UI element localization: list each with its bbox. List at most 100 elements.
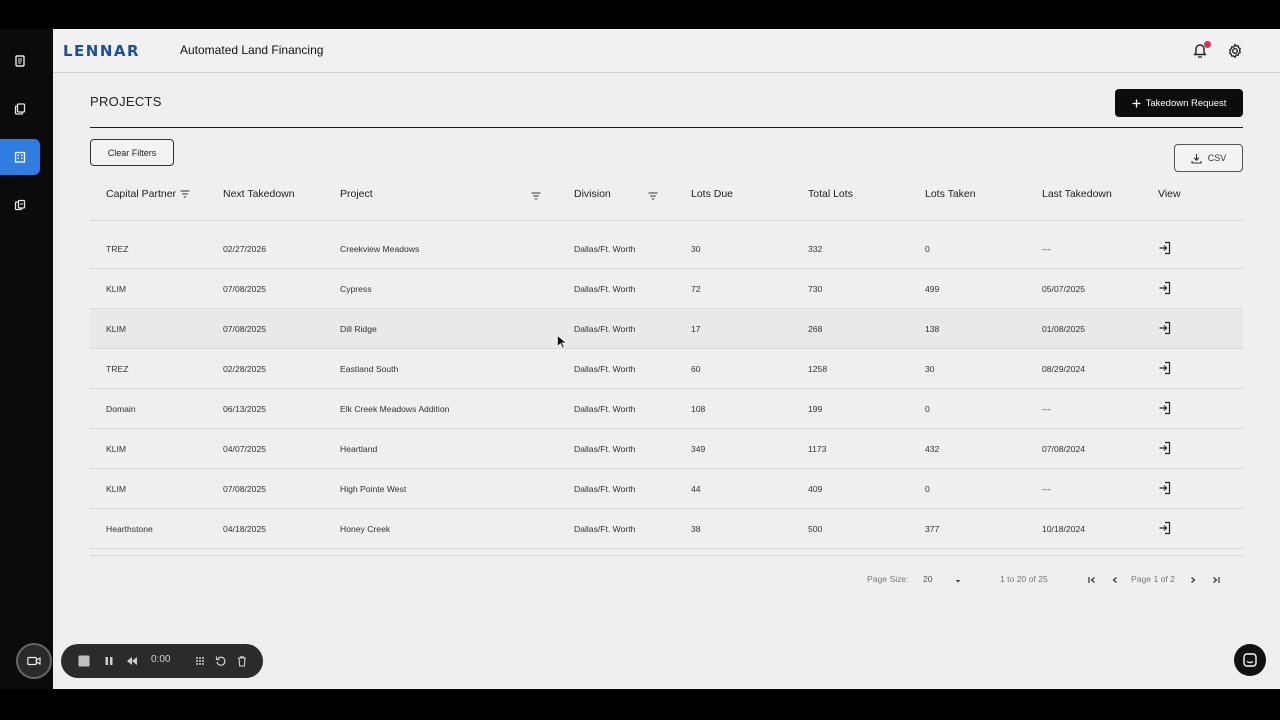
cell-lots-due: 72 [691, 284, 701, 294]
header-label: Project [340, 188, 373, 200]
trash-icon[interactable] [236, 655, 248, 667]
cell-total-lots: 199 [808, 404, 823, 414]
filter-icon[interactable] [531, 192, 541, 200]
cell-lots-due: 108 [691, 404, 706, 414]
chat-icon [1243, 653, 1257, 667]
cell-capital-partner: KLIM [106, 324, 127, 334]
header-label: View [1158, 188, 1181, 200]
column-header-capital-partner[interactable]: Capital Partner [106, 188, 190, 200]
first-page-icon[interactable] [1087, 575, 1097, 585]
recorder-toolbar: 0:00 [61, 644, 263, 678]
cell-last-takedown: --- [1042, 484, 1051, 494]
cell-lots-due: 17 [691, 324, 701, 334]
cell-project: High Pointe West [340, 484, 407, 494]
last-page-icon[interactable] [1211, 575, 1221, 585]
cell-next-takedown: 04/07/2025 [223, 444, 267, 454]
cell-last-takedown: 07/08/2024 [1042, 444, 1086, 454]
cell-project: Elk Creek Meadows Addition [340, 404, 450, 414]
pause-icon[interactable] [104, 656, 114, 666]
cell-division: Dallas/Ft. Worth [574, 364, 636, 374]
column-header-division[interactable]: Division [574, 188, 611, 200]
login-icon[interactable] [1158, 361, 1172, 375]
sidebar-item-transfers[interactable] [0, 187, 40, 223]
restart-icon[interactable] [215, 655, 227, 667]
cell-division: Dallas/Ft. Worth [574, 324, 636, 334]
column-header-project[interactable]: Project [340, 188, 373, 200]
cell-division: Dallas/Ft. Worth [574, 484, 636, 494]
login-icon[interactable] [1158, 481, 1172, 495]
cell-total-lots: 1173 [808, 444, 827, 454]
sidebar-item-projects[interactable] [0, 139, 40, 175]
cell-last-takedown: --- [1042, 244, 1051, 254]
app-frame: LENNAR Automated Land Financing PROJECTS… [0, 0, 1280, 720]
clear-filters-button[interactable]: Clear Filters [90, 139, 174, 166]
previous-page-icon[interactable] [1110, 575, 1120, 585]
cell-division: Dallas/Ft. Worth [574, 284, 636, 294]
cell-capital-partner: Domain [106, 404, 136, 414]
page-size-label: Page Size: [867, 574, 909, 584]
video-camera-icon [27, 656, 41, 666]
table-row[interactable]: KLIM 04/07/2025 Heartland Dallas/Ft. Wor… [90, 429, 1243, 469]
cell-next-takedown: 02/27/2026 [223, 244, 267, 254]
header-label: Next Takedown [223, 188, 295, 200]
table-row[interactable]: Domain 06/13/2025 Elk Creek Meadows Addi… [90, 389, 1243, 429]
cell-lots-taken: 0 [925, 404, 930, 414]
column-header-lots-due[interactable]: Lots Due [691, 188, 733, 200]
login-icon[interactable] [1158, 441, 1172, 455]
mouse-cursor-icon [557, 335, 567, 349]
login-icon[interactable] [1158, 521, 1172, 535]
brand-logo[interactable]: LENNAR [63, 42, 140, 60]
cell-project: Creekview Meadows [340, 244, 420, 254]
table-row[interactable]: KLIM 07/08/2025 Dill Ridge Dallas/Ft. Wo… [90, 309, 1243, 349]
table-row[interactable]: TREZ 02/27/2026 Creekview Meadows Dallas… [90, 229, 1243, 269]
column-header-next-takedown[interactable]: Next Takedown [223, 188, 295, 200]
login-icon[interactable] [1158, 401, 1172, 415]
chat-button[interactable] [1234, 644, 1266, 676]
doc-icon [15, 55, 25, 67]
cell-division: Dallas/Ft. Worth [574, 524, 636, 534]
sidebar-item-copies[interactable] [0, 91, 40, 127]
column-header-total-lots[interactable]: Total Lots [808, 188, 853, 200]
filter-icon[interactable] [648, 192, 658, 200]
cell-next-takedown: 02/28/2025 [223, 364, 267, 374]
chevron-down-icon[interactable] [953, 576, 963, 586]
table-row[interactable]: Hearthstone 04/18/2025 Honey Creek Dalla… [90, 509, 1243, 549]
header-label: Capital Partner [106, 188, 177, 200]
header-label: Lots Due [691, 188, 734, 200]
takedown-request-button[interactable]: Takedown Request [1115, 89, 1243, 117]
header-label: Lots Taken [925, 188, 976, 200]
takedown-request-label: Takedown Request [1145, 97, 1227, 109]
login-icon[interactable] [1158, 241, 1172, 255]
recorder-camera-button[interactable] [16, 643, 52, 679]
cell-lots-taken: 0 [925, 244, 930, 254]
csv-label: CSV [1207, 153, 1227, 163]
csv-export-button[interactable]: CSV [1174, 144, 1243, 172]
cell-total-lots: 332 [808, 244, 823, 254]
stop-icon[interactable] [78, 655, 90, 667]
cell-lots-taken: 30 [925, 364, 935, 374]
column-header-lots-taken[interactable]: Lots Taken [925, 188, 976, 200]
page-indicator: Page 1 of 2 [1131, 574, 1175, 584]
table-row[interactable]: TREZ 02/28/2025 Eastland South Dallas/Ft… [90, 349, 1243, 389]
login-icon[interactable] [1158, 281, 1172, 295]
column-header-last-takedown[interactable]: Last Takedown [1042, 188, 1112, 200]
recording-time: 0:00 [151, 654, 171, 665]
table-row[interactable]: KLIM 07/08/2025 High Pointe West Dallas/… [90, 469, 1243, 509]
cell-division: Dallas/Ft. Worth [574, 404, 636, 414]
table-row[interactable]: KLIM 07/08/2025 Cypress Dallas/Ft. Worth… [90, 269, 1243, 309]
next-page-icon[interactable] [1188, 575, 1198, 585]
cell-lots-taken: 432 [925, 444, 940, 454]
table-bottom-divider [90, 555, 1243, 556]
pagination-range: 1 to 20 of 25 [1000, 574, 1048, 584]
column-header-view: View [1158, 188, 1181, 200]
cell-project: Eastland South [340, 364, 399, 374]
login-icon[interactable] [1158, 321, 1172, 335]
gear-icon[interactable] [1226, 42, 1244, 60]
rewind-icon[interactable] [126, 656, 138, 666]
cell-lots-due: 38 [691, 524, 701, 534]
header-divider [90, 220, 1243, 221]
page-size-select[interactable]: 20 [923, 574, 933, 584]
sidebar-item-documents[interactable] [0, 43, 40, 79]
filter-icon[interactable] [180, 190, 190, 198]
grid-icon[interactable] [194, 655, 206, 667]
